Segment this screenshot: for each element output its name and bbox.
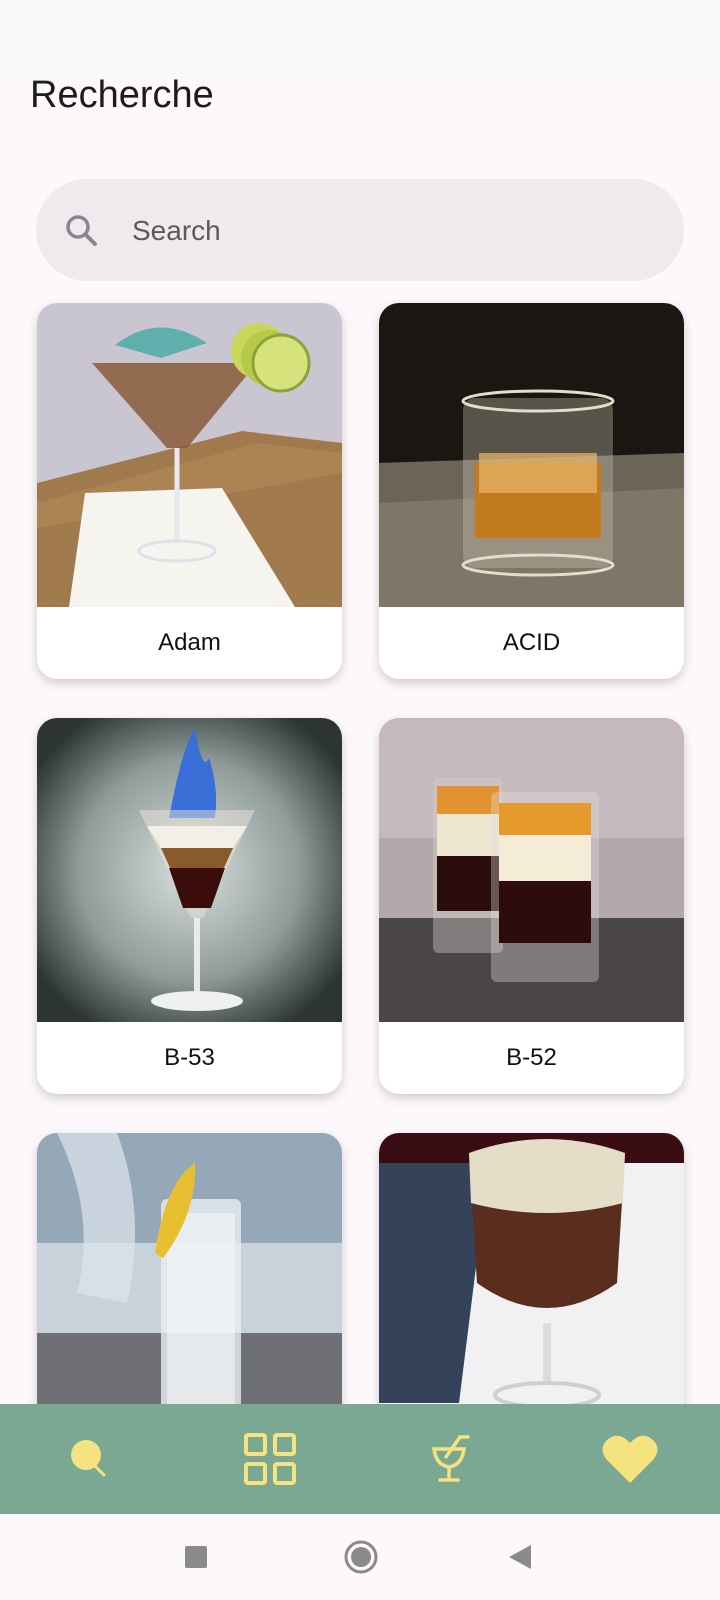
back-icon[interactable] [507, 1544, 533, 1570]
cocktail-photo [379, 303, 684, 607]
nav-categories[interactable] [180, 1404, 360, 1514]
status-bar [0, 0, 720, 72]
nav-search[interactable] [0, 1404, 180, 1514]
nav-favorites[interactable] [540, 1404, 720, 1514]
cocktail-name: B-53 [164, 1044, 215, 1071]
cocktail-photo [37, 718, 342, 1022]
cocktail-name: B-52 [506, 1044, 557, 1071]
page-title: Recherche [30, 74, 214, 116]
home-icon[interactable] [343, 1539, 379, 1575]
recents-icon[interactable] [184, 1545, 208, 1569]
cocktail-icon [432, 1435, 470, 1482]
search-icon [71, 1440, 106, 1477]
search-bar[interactable] [36, 179, 684, 281]
cocktail-name: ACID [502, 629, 561, 656]
cocktail-card[interactable]: ACID [379, 303, 684, 679]
search-input[interactable] [130, 207, 654, 255]
cocktail-photo [379, 1133, 684, 1437]
search-icon [66, 215, 97, 246]
cocktail-photo [379, 718, 684, 1022]
bottom-navigation [0, 1404, 720, 1514]
cocktail-photo [37, 1133, 342, 1437]
cocktail-photo [37, 303, 342, 607]
grid-icon [244, 1433, 296, 1485]
heart-icon [602, 1435, 658, 1483]
cocktail-card[interactable]: B-52 [379, 718, 684, 1094]
system-navigation-bar [0, 1514, 720, 1600]
cocktail-card[interactable]: B-53 [37, 718, 342, 1094]
cocktail-name: Adam [158, 629, 221, 656]
nav-cocktails[interactable] [360, 1404, 540, 1514]
cocktail-card[interactable]: Adam [37, 303, 342, 679]
